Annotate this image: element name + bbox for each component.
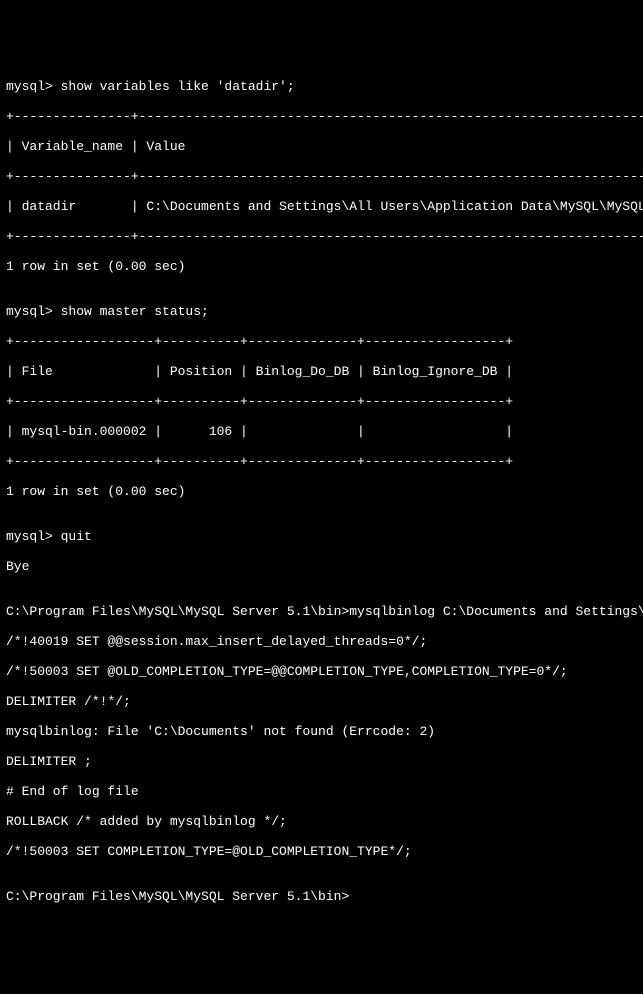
mysql-command-show-master: mysql> show master status;	[6, 304, 637, 319]
output-line: # End of log file	[6, 784, 637, 799]
result-summary: 1 row in set (0.00 sec)	[6, 259, 637, 274]
mysql-command-show-variables: mysql> show variables like 'datadir';	[6, 79, 637, 94]
table-border: +------------------+----------+---------…	[6, 394, 637, 409]
terminal-output: mysql> show variables like 'datadir'; +-…	[6, 64, 637, 919]
result-summary: 1 row in set (0.00 sec)	[6, 484, 637, 499]
shell-command-mysqlbinlog: C:\Program Files\MySQL\MySQL Server 5.1\…	[6, 604, 637, 619]
error-line: mysqlbinlog: File 'C:\Documents' not fou…	[6, 724, 637, 739]
output-line: DELIMITER ;	[6, 754, 637, 769]
shell-prompt[interactable]: C:\Program Files\MySQL\MySQL Server 5.1\…	[6, 889, 637, 904]
table-row: | mysql-bin.000002 | 106 | | |	[6, 424, 637, 439]
output-line: /*!50003 SET @OLD_COMPLETION_TYPE=@@COMP…	[6, 664, 637, 679]
output-line: ROLLBACK /* added by mysqlbinlog */;	[6, 814, 637, 829]
table-header-row: | File | Position | Binlog_Do_DB | Binlo…	[6, 364, 637, 379]
table-border: +---------------+-----------------------…	[6, 109, 637, 124]
bye-message: Bye	[6, 559, 637, 574]
output-line: /*!50003 SET COMPLETION_TYPE=@OLD_COMPLE…	[6, 844, 637, 859]
table-border: +------------------+----------+---------…	[6, 454, 637, 469]
table-border: +---------------+-----------------------…	[6, 229, 637, 244]
table-border: +---------------+-----------------------…	[6, 169, 637, 184]
table-header-row: | Variable_name | Value |	[6, 139, 637, 154]
output-line: DELIMITER /*!*/;	[6, 694, 637, 709]
table-border: +------------------+----------+---------…	[6, 334, 637, 349]
mysql-command-quit: mysql> quit	[6, 529, 637, 544]
output-line: /*!40019 SET @@session.max_insert_delaye…	[6, 634, 637, 649]
table-row: | datadir | C:\Documents and Settings\Al…	[6, 199, 637, 214]
